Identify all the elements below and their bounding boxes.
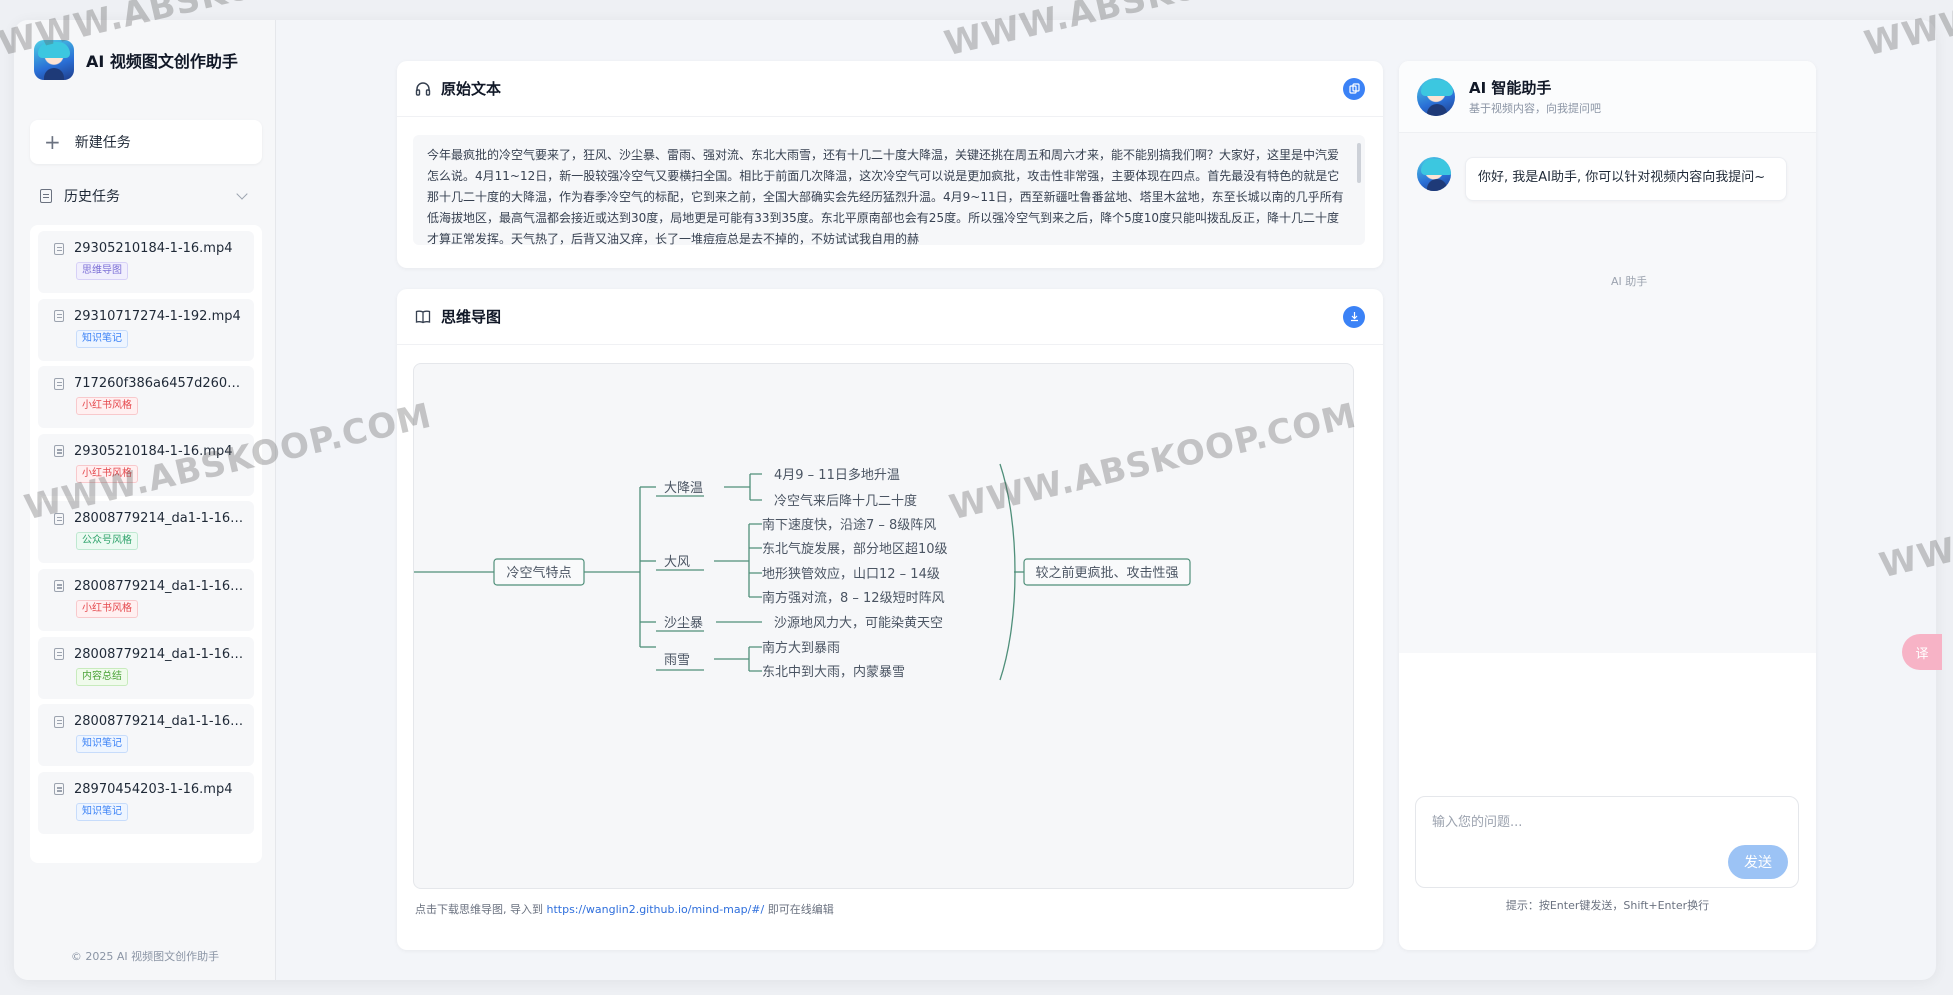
mind-map-leaf: 东北气旋发展，部分地区超10级 <box>762 541 948 557</box>
copy-icon <box>1348 83 1360 94</box>
download-icon <box>1350 312 1358 322</box>
original-text-body: 今年最疯批的冷空气要来了，狂风、沙尘暴、雷雨、强对流、东北大雨雪，还有十几二十度… <box>427 148 1344 245</box>
sidebar: AI 视频图文创作助手 + 新建任务 历史任务 29305210184-1-16… <box>14 20 276 980</box>
history-item-tag: 公众号风格 <box>76 532 138 551</box>
mind-map-note-suffix: 即可在线编辑 <box>767 903 834 916</box>
original-text-content: 今年最疯批的冷空气要来了，狂风、沙尘暴、雷雨、强对流、东北大雨雪，还有十几二十度… <box>413 135 1365 245</box>
copy-button[interactable] <box>1343 77 1365 100</box>
file-icon <box>54 648 64 661</box>
assistant-message: 你好, 我是AI助手, 你可以针对视频内容向我提问~ <box>1417 157 1787 201</box>
mind-map-card: 思维导图 冷空气特点 大降温 大风 沙尘暴 雨雪 4月9 – 11日多地升温 冷… <box>397 289 1383 950</box>
mind-map-root: 冷空气特点 <box>506 565 571 581</box>
file-icon <box>54 310 64 323</box>
mind-map-note-prefix: 点击下载思维导图, 导入到 <box>415 903 543 916</box>
history-item[interactable]: 28008779214_da1-1-16.... 小红书风格 <box>38 568 254 631</box>
mind-map-leaf: 东北中到大雨，内蒙暴雪 <box>762 664 905 680</box>
history-item-tag: 知识笔记 <box>76 802 128 821</box>
history-item-name: 28008779214_da1-1-16.... <box>74 578 244 594</box>
chat-hint: 提示：按Enter键发送，Shift+Enter换行 <box>1505 899 1710 912</box>
mind-map-leaf: 南下速度快，沿途7 – 8级阵风 <box>762 517 936 533</box>
chat-input-placeholder: 输入您的问题... <box>1432 815 1523 830</box>
mind-map-leaf: 沙源地风力大，可能染黄天空 <box>774 616 943 631</box>
history-item[interactable]: 29305210184-1-16.mp4 思维导图 <box>38 231 254 293</box>
mind-map-note: 点击下载思维导图, 导入到 https://wanglin2.github.io… <box>415 901 834 917</box>
history-item-tag: 小红书风格 <box>76 464 138 483</box>
history-item-name: 28008779214_da1-1-16.... <box>74 511 244 527</box>
original-text-card: 原始文本 今年最疯批的冷空气要来了，狂风、沙尘暴、雷雨、强对流、东北大雨雪，还有… <box>397 61 1383 268</box>
mind-map-leaf: 南方大到暴雨 <box>762 640 840 656</box>
message-bubble: 你好, 我是AI助手, 你可以针对视频内容向我提问~ <box>1465 157 1787 201</box>
headphones-icon <box>415 81 431 96</box>
history-item-tag: 内容总结 <box>76 667 128 686</box>
send-button[interactable]: 发送 <box>1728 845 1788 879</box>
chat-panel: AI 智能助手 基于视频内容，向我提问吧 你好, 我是AI助手, 你可以针对视频… <box>1399 61 1816 950</box>
history-list: 29305210184-1-16.mp4 思维导图 29310717274-1-… <box>30 225 262 863</box>
history-item[interactable]: 717260f386a6457d260e... 小红书风格 <box>38 366 254 429</box>
file-icon <box>54 783 64 796</box>
file-icon <box>54 242 64 255</box>
app-window: AI 视频图文创作助手 + 新建任务 历史任务 29305210184-1-16… <box>14 20 1936 980</box>
chat-messages <box>1399 133 1816 653</box>
document-icon <box>40 189 52 203</box>
chevron-down-icon <box>236 188 248 200</box>
history-item[interactable]: 29310717274-1-192.mp4 知识笔记 <box>38 298 254 361</box>
mind-map-branch: 沙尘暴 <box>664 616 703 631</box>
file-icon <box>54 445 64 458</box>
file-icon <box>54 377 64 390</box>
history-item[interactable]: 28008779214_da1-1-16.... 公众号风格 <box>38 501 254 564</box>
brand: AI 视频图文创作助手 <box>34 40 238 80</box>
history-item-name: 717260f386a6457d260e... <box>74 376 244 392</box>
book-icon <box>415 310 431 323</box>
new-task-label: 新建任务 <box>74 135 131 151</box>
original-text-title: 原始文本 <box>441 80 502 98</box>
download-button[interactable] <box>1343 305 1365 328</box>
translate-float-button[interactable]: 译 <box>1902 634 1942 670</box>
history-item-name: 29305210184-1-16.mp4 <box>74 241 233 256</box>
plus-icon: + <box>44 130 61 154</box>
mind-map-branch: 大降温 <box>664 481 703 496</box>
mind-map-leaf: 冷空气来后降十几二十度 <box>774 493 917 509</box>
footer-copyright: © 2025 AI 视频图文创作助手 <box>70 950 220 963</box>
history-item-tag: 知识笔记 <box>76 735 128 754</box>
history-item-tag: 思维导图 <box>76 262 128 280</box>
history-item[interactable]: 29305210184-1-16.mp4 小红书风格 <box>38 433 254 496</box>
mind-map-svg: 冷空气特点 大降温 大风 沙尘暴 雨雪 4月9 – 11日多地升温 冷空气来后降… <box>414 463 1191 681</box>
mind-map-leaf: 4月9 – 11日多地升温 <box>774 467 900 483</box>
history-item-name: 29305210184-1-16.mp4 <box>74 443 233 459</box>
mind-map-link[interactable]: https://wanglin2.github.io/mind-map/#/ <box>547 903 765 916</box>
text-scrollbar[interactable] <box>1357 143 1361 183</box>
mind-map-branch: 雨雪 <box>664 653 690 668</box>
message-sender: AI 助手 <box>1611 275 1648 288</box>
mind-map-title: 思维导图 <box>441 308 502 326</box>
mind-map-leaf: 南方强对流，8 – 12级短时阵风 <box>762 590 945 606</box>
history-item-name: 29310717274-1-192.mp4 <box>74 308 241 324</box>
chat-input[interactable]: 输入您的问题... 发送 <box>1415 796 1799 888</box>
mind-map-summary: 较之前更疯批、攻击性强 <box>1035 565 1178 581</box>
new-task-button[interactable]: + 新建任务 <box>30 120 262 164</box>
history-item-name: 28970454203-1-16.mp4 <box>74 781 233 797</box>
history-item-tag: 知识笔记 <box>76 329 128 348</box>
mind-map-branch: 大风 <box>664 555 690 570</box>
logo-avatar-icon <box>34 40 74 80</box>
mind-map-leaf: 地形狭管效应，山口12 – 14级 <box>762 566 940 582</box>
file-icon <box>54 715 64 728</box>
history-item[interactable]: 28008779214_da1-1-16.... 内容总结 <box>38 636 254 699</box>
file-icon <box>54 512 64 525</box>
history-item-tag: 小红书风格 <box>76 397 138 416</box>
app-title: AI 视频图文创作助手 <box>86 52 238 71</box>
message-avatar-icon <box>1417 157 1451 191</box>
history-item-name: 28008779214_da1-1-16.... <box>74 646 244 662</box>
chat-title: AI 智能助手 <box>1469 79 1552 97</box>
history-item[interactable]: 28970454203-1-16.mp4 知识笔记 <box>38 771 254 834</box>
history-item-name: 28008779214_da1-1-16.... <box>74 714 244 730</box>
mind-map-canvas[interactable]: 冷空气特点 大降温 大风 沙尘暴 雨雪 4月9 – 11日多地升温 冷空气来后降… <box>413 363 1354 889</box>
history-section-toggle[interactable]: 历史任务 <box>30 178 262 214</box>
history-label: 历史任务 <box>64 189 120 205</box>
history-item-tag: 小红书风格 <box>76 599 138 618</box>
chat-subtitle: 基于视频内容，向我提问吧 <box>1469 102 1601 115</box>
file-icon <box>54 580 64 593</box>
history-item[interactable]: 28008779214_da1-1-16.... 知识笔记 <box>38 704 254 767</box>
assistant-avatar-icon <box>1417 77 1455 116</box>
